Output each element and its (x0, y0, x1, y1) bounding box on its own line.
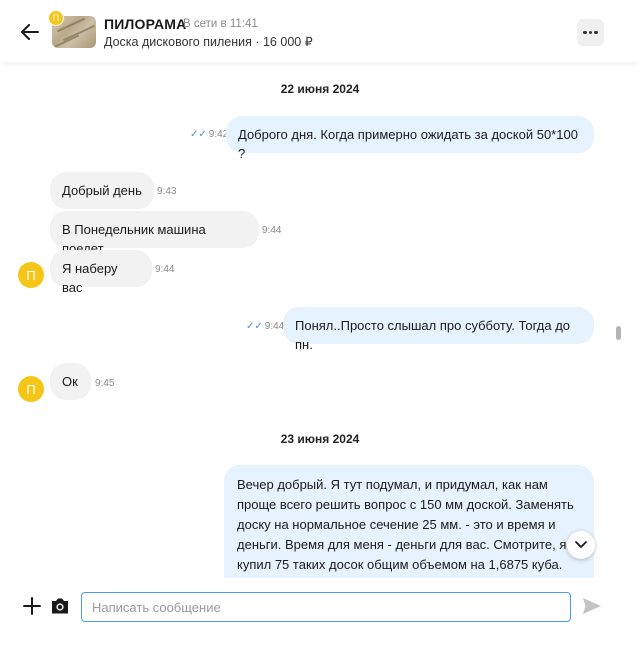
seller-status: В сети в 11:41 (183, 18, 258, 30)
message-time: 9:44 (262, 225, 282, 236)
message-input[interactable] (81, 592, 571, 622)
outgoing-message[interactable]: Вечер добрый. Я тут подумал, и придумал,… (224, 465, 594, 579)
chevron-down-icon (575, 541, 587, 548)
back-button[interactable] (16, 18, 44, 46)
double-check-icon: ✓✓ (190, 129, 207, 140)
scroll-to-bottom-button[interactable] (567, 531, 595, 559)
message-time: 9:45 (95, 378, 115, 389)
scrollbar-thumb[interactable] (616, 326, 621, 340)
message-time: 9:44 (155, 264, 175, 275)
message-time: 9:43 (157, 186, 177, 197)
sender-avatar[interactable]: П (18, 376, 44, 402)
message-composer (0, 578, 640, 645)
message-time: ✓✓ 9:42 (190, 129, 229, 140)
seller-avatar-badge: П (48, 10, 64, 26)
chat-header: П ПИЛОРАМА В сети в 11:41 Доска дисковог… (0, 0, 640, 62)
incoming-message[interactable]: Ок (50, 363, 91, 400)
incoming-message[interactable]: Я наберу вас (50, 250, 152, 295)
date-separator: 23 июня 2024 (280, 432, 360, 446)
date-separator: 22 июня 2024 (280, 82, 360, 96)
more-options-button[interactable] (577, 19, 604, 46)
camera-button[interactable] (50, 597, 70, 615)
more-dots-icon (583, 30, 587, 35)
arrow-left-icon (21, 24, 39, 40)
sender-avatar[interactable]: П (18, 262, 44, 288)
outgoing-message[interactable]: Понял..Просто слышал про субботу. Тогда … (283, 307, 594, 352)
incoming-message[interactable]: В Понедельник машина поедет (50, 211, 259, 256)
seller-name[interactable]: ПИЛОРАМА (104, 16, 186, 32)
camera-icon (52, 598, 68, 614)
outgoing-message[interactable]: Доброго дня. Когда примерно ожидать за д… (226, 116, 594, 161)
double-check-icon: ✓✓ (246, 321, 263, 332)
attach-button[interactable] (22, 596, 42, 616)
send-icon (583, 598, 601, 614)
send-button[interactable] (582, 597, 602, 615)
message-time: ✓✓ 9:44 (246, 321, 285, 332)
incoming-message[interactable]: Добрый день (50, 172, 154, 209)
plus-icon (23, 597, 41, 615)
listing-title[interactable]: Доска дискового пиления · 16 000 ₽ (104, 34, 313, 49)
